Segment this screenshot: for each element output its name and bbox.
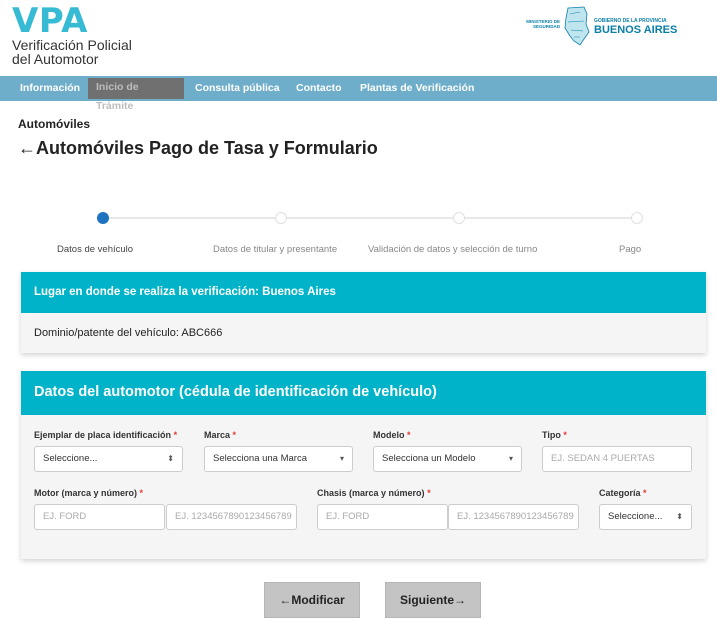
step-dot-4 (631, 212, 643, 224)
tipo-input[interactable]: EJ. SEDAN 4 PUERTAS (542, 446, 692, 472)
logo-subtitle-line1: Verificación Policial (12, 37, 132, 53)
location-card: Lugar en donde se realiza la verificació… (21, 272, 706, 353)
ejemplar-label: Ejemplar de placa identificación * (34, 430, 178, 440)
updown-arrows-icon: ⬍ (676, 512, 683, 521)
location-card-header: Lugar en donde se realiza la verificació… (21, 272, 706, 313)
caret-down-icon: ▾ (508, 454, 513, 463)
categoria-label: Categoría * (599, 488, 647, 498)
site-header: VPA Verificación Policial del Automotor … (0, 0, 717, 76)
vehicle-form-card: Datos del automotor (cédula de identific… (21, 371, 706, 559)
caret-down-icon: ▾ (339, 454, 344, 463)
step-label-1: Datos de vehículo (57, 244, 134, 255)
vehicle-form-header: Datos del automotor (cédula de identific… (21, 371, 706, 415)
categoria-select[interactable]: Seleccione... ⬍ (599, 504, 692, 530)
motor-marca-input[interactable]: EJ. FORD (34, 504, 165, 530)
stepper-track (103, 217, 637, 219)
vpa-logo[interactable]: VPA Verificación Policial del Automotor (12, 4, 132, 66)
step-dot-2 (275, 212, 287, 224)
chasis-marca-input[interactable]: EJ. FORD (317, 504, 448, 530)
ejemplar-select[interactable]: Seleccione... ⬍ (34, 446, 183, 472)
step-label-4: Pago (619, 244, 642, 255)
updown-arrows-icon: ⬍ (167, 454, 174, 463)
step-dot-1 (97, 212, 109, 224)
marca-select[interactable]: Selecciona una Marca ▾ (204, 446, 353, 472)
breadcrumb[interactable]: Automóviles (18, 117, 90, 131)
province-map-icon (564, 6, 590, 46)
motor-label: Motor (marca y número) * (34, 488, 144, 498)
nav-consulta-publica[interactable]: Consulta pública (187, 76, 288, 101)
logo-title: VPA (12, 1, 88, 41)
tipo-label: Tipo * (542, 430, 567, 440)
main-nav: Información Inicio de Trámite Consulta p… (0, 76, 717, 112)
ministerio-label: MINISTERIO DE SEGURIDAD (526, 19, 560, 29)
step-dot-3 (453, 212, 465, 224)
modelo-select[interactable]: Selecciona un Modelo ▾ (373, 446, 522, 472)
step-label-2: Datos de titular y presentante (213, 244, 338, 255)
siguiente-button[interactable]: Siguiente→ (385, 582, 481, 618)
nav-informacion[interactable]: Información (12, 76, 88, 101)
nav-plantas-de-verificacion[interactable]: Plantas de Verificación (352, 76, 482, 101)
marca-label: Marca * (204, 430, 237, 440)
modelo-label: Modelo * (373, 430, 411, 440)
nav-contacto[interactable]: Contacto (288, 76, 350, 101)
buenos-aires-label: BUENOS AIRES (594, 24, 678, 36)
motor-numero-input[interactable]: EJ. 1234567890123456789 (166, 504, 297, 530)
logo-subtitle-line2: del Automotor (12, 51, 99, 67)
government-logo: MINISTERIO DE SEGURIDAD GOBIERNO DE LA P… (526, 6, 696, 46)
modificar-button[interactable]: ←Modificar (264, 582, 360, 618)
nav-inicio-de-tramite[interactable]: Inicio de Trámite (88, 78, 184, 112)
page-title[interactable]: ←Automóviles Pago de Tasa y Formulario (18, 138, 378, 159)
dominio-patente-text: Dominio/patente del vehículo: ABC666 (34, 327, 223, 339)
chasis-label: Chasis (marca y número) * (317, 488, 431, 498)
step-label-3: Validación de datos y selección de turno (368, 244, 538, 255)
chasis-numero-input[interactable]: EJ. 1234567890123456789 (448, 504, 579, 530)
